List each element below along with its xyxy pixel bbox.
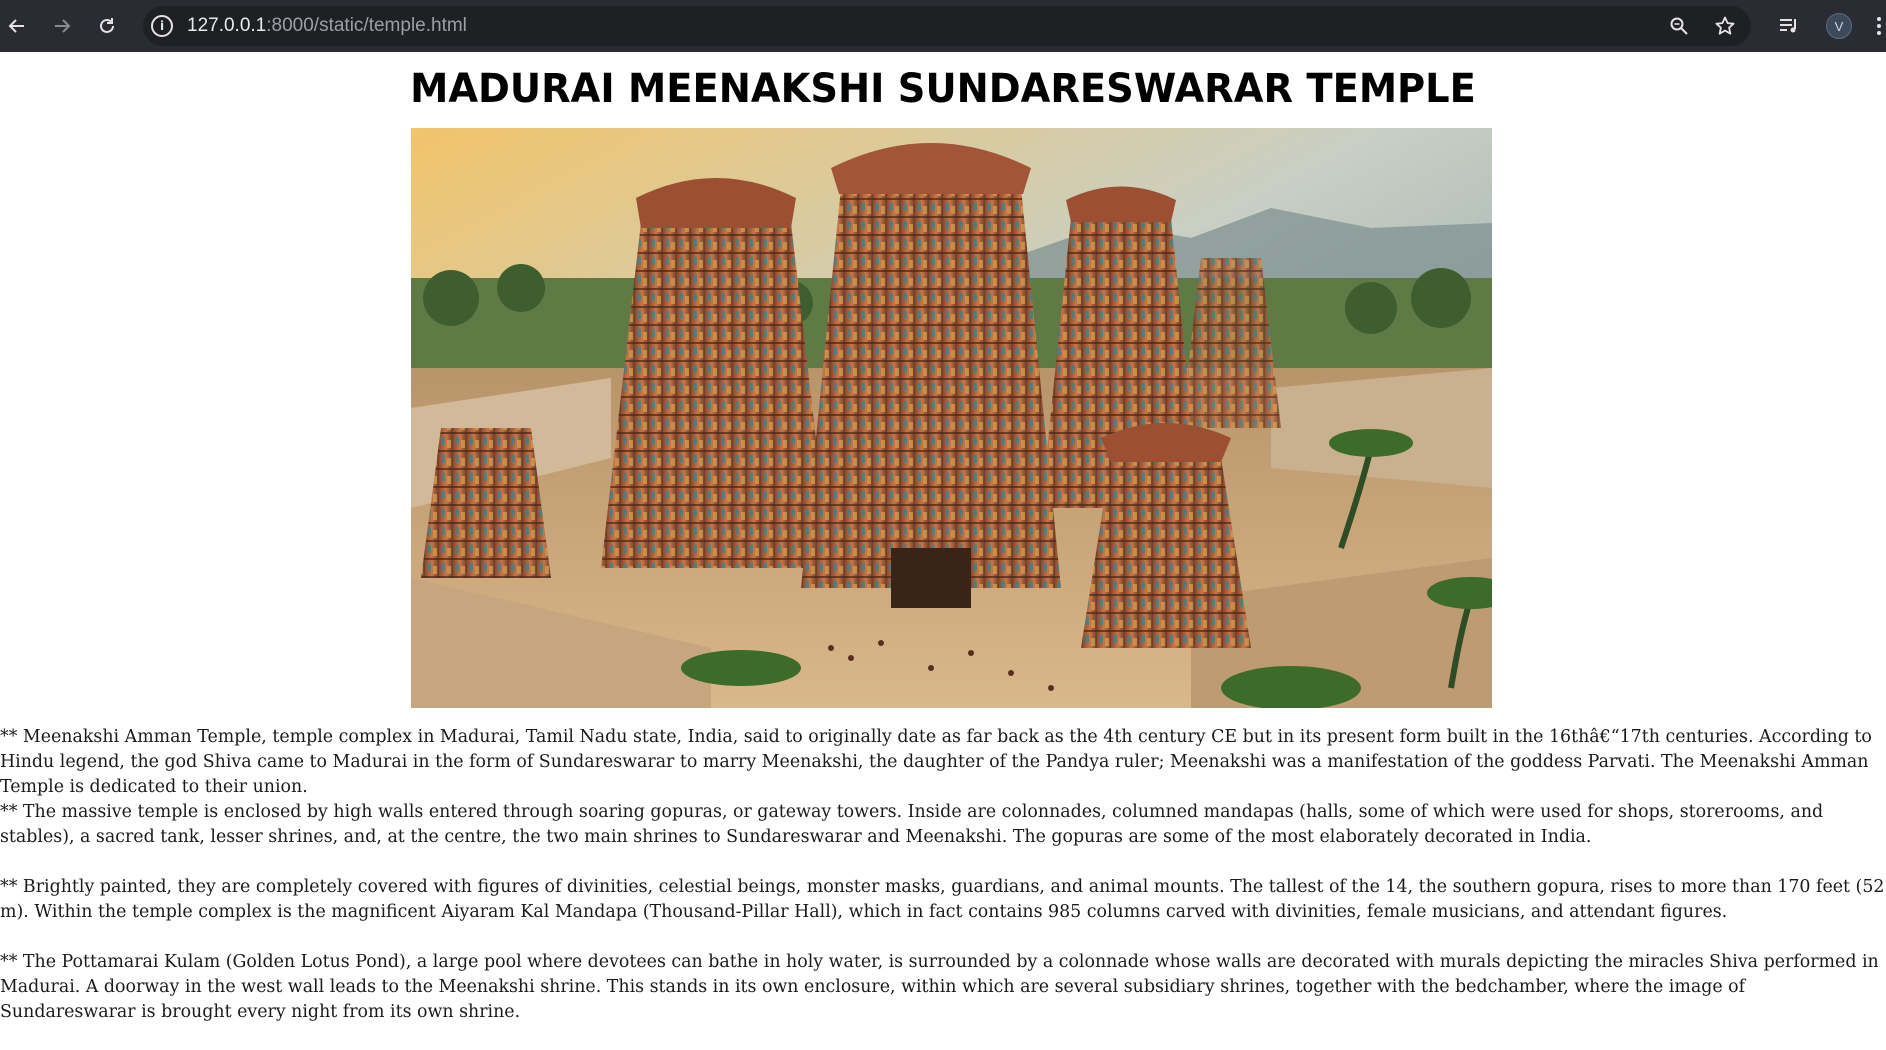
zoom-icon[interactable] [1667,14,1691,38]
page-title: MADURAI MEENAKSHI SUNDARESWARAR TEMPLE [410,66,1476,112]
paragraph-gopuras: ** Brightly painted, they are completely… [0,877,1885,922]
url-text[interactable]: 127.0.0.1:8000/static/temple.html [187,15,467,37]
menu-kebab-icon[interactable] [1872,11,1886,41]
paragraph-lotus-pond: ** The Pottamarai Kulam (Golden Lotus Po… [0,952,1879,1022]
reload-icon[interactable] [92,11,122,41]
bookmark-star-icon[interactable] [1713,14,1737,38]
paragraph-history: ** Meenakshi Amman Temple, temple comple… [0,727,1872,797]
profile-avatar-button[interactable]: V [1824,11,1854,41]
address-bar[interactable]: i 127.0.0.1:8000/static/temple.html [143,6,1751,46]
page-content: MADURAI MEENAKSHI SUNDARESWARAR TEMPLE *… [0,52,1886,1050]
site-info-icon[interactable]: i [151,15,173,37]
avatar: V [1826,13,1852,39]
url-path: :8000/static/temple.html [266,15,467,36]
paragraph-structure: ** The massive temple is enclosed by hig… [0,802,1824,847]
back-arrow-icon[interactable] [2,11,32,41]
forward-arrow-icon[interactable] [47,11,77,41]
temple-image [411,128,1492,708]
media-controls-icon[interactable] [1774,11,1804,41]
browser-toolbar: i 127.0.0.1:8000/static/temple.html V [0,0,1886,52]
url-host: 127.0.0.1 [187,15,267,36]
